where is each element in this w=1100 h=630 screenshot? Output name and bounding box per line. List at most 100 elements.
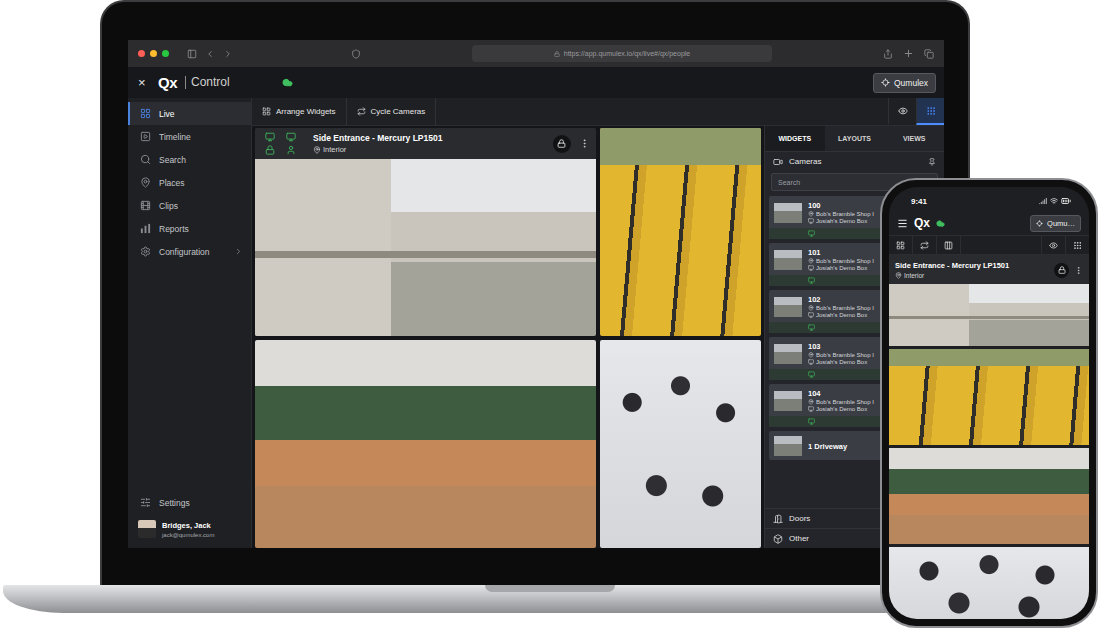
panel-tabs: WIDGETSLAYOUTSVIEWS: [765, 126, 944, 151]
camera-name: 1 Driveway: [808, 442, 847, 451]
laptop-screen: https://app.qumulex.io/qx/live#/qx/peopl…: [128, 40, 944, 548]
section-header[interactable]: Cameras: [765, 151, 944, 171]
more-button[interactable]: [579, 138, 590, 149]
settings-icon: [140, 497, 151, 508]
camera-feed: [889, 448, 1089, 544]
camera-title: Side Entrance - Mercury LP1501: [313, 133, 442, 143]
camera-tile[interactable]: [255, 340, 596, 548]
camera-name: 103: [808, 342, 874, 351]
camera-thumbnail: [774, 297, 802, 317]
camera-tile[interactable]: [889, 349, 1089, 445]
camera-feed: [255, 340, 596, 548]
forward-icon[interactable]: [223, 49, 233, 59]
sidebar-item[interactable]: Configuration: [128, 240, 251, 263]
cloud-icon: [282, 77, 293, 88]
eye-toggle[interactable]: [888, 98, 916, 125]
camera-feed: [889, 284, 1089, 346]
camera-tile[interactable]: [889, 284, 1089, 346]
pin-icon: [808, 258, 814, 264]
camera-tile[interactable]: [889, 547, 1089, 619]
minimize-dot[interactable]: [150, 50, 157, 57]
arrange-button[interactable]: Arrange Widgets: [252, 98, 347, 125]
camera-device: Josiah's Demo Box: [808, 359, 874, 365]
search-icon: [140, 154, 151, 165]
more-button[interactable]: [1074, 266, 1083, 275]
sidebar-item[interactable]: Timeline: [128, 125, 251, 148]
privacy-shield-icon[interactable]: [351, 49, 361, 59]
menu-icon[interactable]: [897, 218, 908, 229]
sidebar-toggle-icon[interactable]: [187, 49, 197, 59]
camera-device: Josiah's Demo Box: [808, 406, 874, 412]
monitor-icon: [808, 418, 815, 425]
cloud-icon: [936, 219, 945, 228]
panel-tab[interactable]: LAYOUTS: [825, 126, 885, 151]
grid-icon: [926, 106, 936, 116]
camera-thumbnail: [774, 436, 802, 456]
camera-tile[interactable]: [600, 128, 761, 336]
camera-tile[interactable]: [889, 448, 1089, 544]
window-controls: [138, 50, 169, 57]
camera-site: Bob's Bramble Shop I: [808, 211, 874, 217]
sidebar-item[interactable]: Live: [128, 102, 251, 125]
sidebar-item[interactable]: Clips: [128, 194, 251, 217]
product-showcase: https://app.qumulex.io/qx/live#/qx/peopl…: [0, 0, 1100, 630]
grid-toggle[interactable]: [916, 98, 944, 125]
monitor-icon: [808, 324, 815, 331]
eye-icon: [898, 106, 908, 116]
cycle-button[interactable]: [913, 236, 937, 254]
grid-toggle[interactable]: [1065, 236, 1089, 254]
arrange-icon: [262, 107, 271, 116]
phone-header: QxQumu…: [889, 211, 1089, 235]
close-dot[interactable]: [138, 50, 145, 57]
camera-feed: [600, 340, 761, 548]
new-tab-icon[interactable]: [903, 48, 914, 59]
phone-time: 9:41: [911, 197, 927, 206]
device-icon: [808, 312, 814, 318]
camera-feed: [889, 349, 1089, 445]
sidebar-item[interactable]: Places: [128, 171, 251, 194]
laptop-lid: https://app.qumulex.io/qx/live#/qx/peopl…: [100, 0, 970, 585]
camera-tile[interactable]: [600, 340, 761, 548]
locate-icon: [881, 78, 890, 87]
account-button[interactable]: Qumulex: [873, 73, 936, 93]
cycle-button[interactable]: Cycle Cameras: [347, 98, 437, 125]
panel-tab[interactable]: WIDGETS: [765, 126, 825, 151]
camera-name: 102: [808, 295, 874, 304]
eye-toggle[interactable]: [1041, 236, 1065, 254]
more-icon: [1074, 266, 1083, 275]
url-field[interactable]: https://app.qumulex.io/qx/live#/qx/peopl…: [472, 45, 772, 62]
share-icon[interactable]: [883, 49, 893, 59]
door-lock-icon: [265, 145, 275, 155]
content-row: Side Entrance - Mercury LP1501Interior WI…: [252, 126, 944, 548]
columns-icon: [944, 241, 953, 250]
app-logo: Qx: [158, 74, 177, 91]
user-email: jack@qumulex.com: [162, 532, 214, 538]
columns-button[interactable]: [937, 236, 961, 254]
camera-site: Bob's Bramble Shop I: [808, 305, 874, 311]
lock-button[interactable]: [553, 135, 571, 153]
close-button[interactable]: ×: [138, 75, 150, 90]
back-icon[interactable]: [205, 49, 215, 59]
camera-site: Bob's Bramble Shop I: [808, 399, 874, 405]
pin-icon: [808, 352, 814, 358]
camera-feed: [255, 159, 596, 336]
grid-icon: [1073, 241, 1082, 250]
panel-tab[interactable]: VIEWS: [884, 126, 944, 151]
sidebar-item[interactable]: Reports: [128, 217, 251, 240]
zoom-dot[interactable]: [162, 50, 169, 57]
person-icon: [286, 145, 296, 155]
tabs-overview-icon[interactable]: [924, 49, 934, 59]
user-profile[interactable]: Bridges, Jackjack@qumulex.com: [128, 514, 251, 548]
cloud-status: [282, 77, 293, 88]
lock-button[interactable]: [1054, 263, 1069, 278]
camera-tile[interactable]: Side Entrance - Mercury LP1501Interior: [255, 128, 596, 336]
camera-thumbnail: [774, 344, 802, 364]
camera-device: Josiah's Demo Box: [808, 312, 874, 318]
phone-account-button[interactable]: Qumu…: [1030, 215, 1081, 232]
sidebar-item[interactable]: Search: [128, 148, 251, 171]
camera-feed: [889, 547, 1089, 619]
settings-item[interactable]: Settings: [128, 491, 251, 514]
user-avatar: [138, 520, 156, 538]
phone-screen: 9:41QxQumu…Side Entrance - Mercury LP150…: [889, 187, 1089, 619]
arrange-button[interactable]: [889, 236, 913, 254]
